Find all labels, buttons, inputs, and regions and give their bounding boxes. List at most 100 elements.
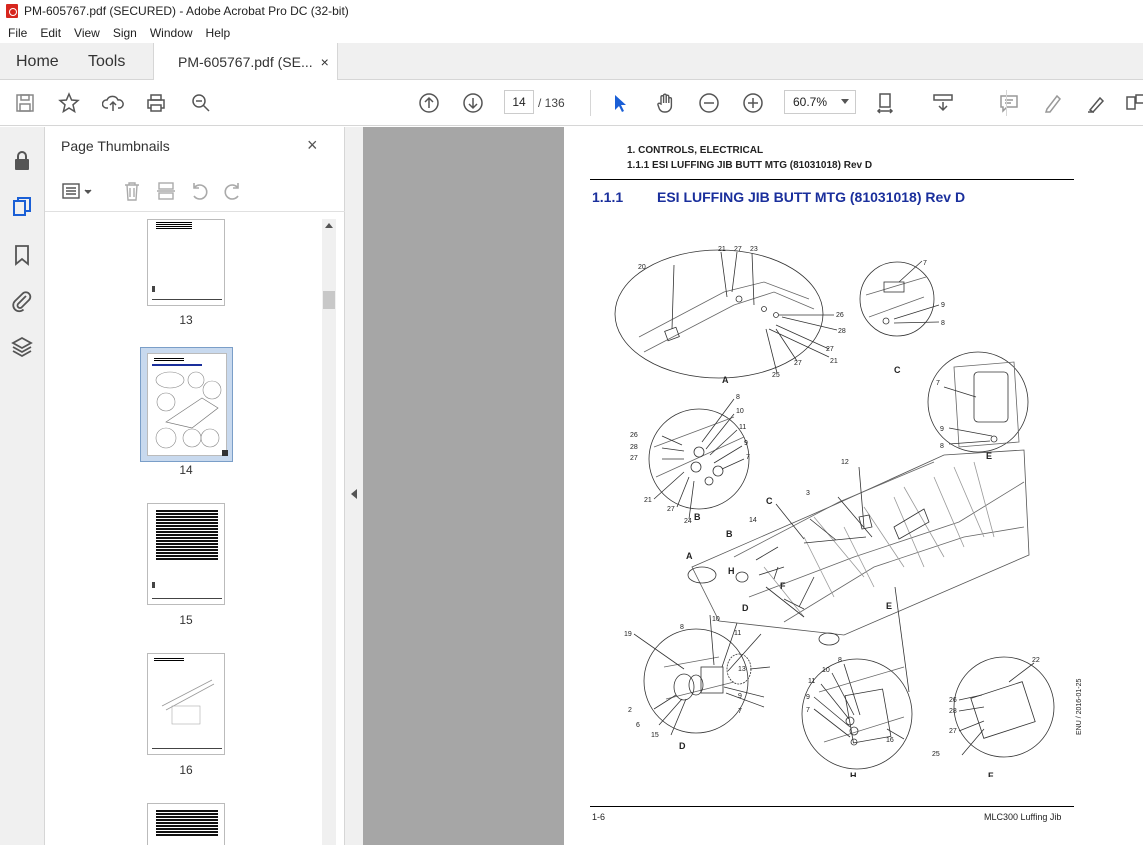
svg-text:C: C [894,365,901,375]
running-header-section: 1.1.1 ESI LUFFING JIB BUTT MTG (81031018… [627,160,873,171]
page-fit-icon[interactable] [874,90,900,116]
thumbnail-scrollbar[interactable] [322,219,336,845]
svg-text:11: 11 [808,678,815,685]
toolbar [0,80,1143,126]
svg-text:12: 12 [841,459,849,466]
sign-icon[interactable] [1084,90,1110,116]
delete-icon[interactable] [121,180,143,202]
svg-text:2: 2 [628,707,632,714]
select-cursor-icon[interactable] [607,90,633,116]
scrollbar-thumb[interactable] [323,291,335,309]
thumbnail-label: 13 [179,313,193,327]
svg-text:11: 11 [734,630,741,637]
extract-pages-icon[interactable] [155,180,177,202]
zoom-search-icon[interactable] [188,90,214,116]
zoom-in-icon[interactable] [740,90,766,116]
svg-text:H: H [728,566,735,576]
close-icon[interactable]: × [307,135,318,156]
thumbnail-list: 13 14 15 16 [45,219,322,845]
zoom-out-icon[interactable] [696,90,722,116]
page-number-input[interactable]: 14 [504,90,534,114]
svg-text:16: 16 [886,737,894,744]
menu-edit[interactable]: Edit [40,26,61,40]
panel-splitter[interactable] [345,127,363,845]
menu-help[interactable]: Help [206,26,231,40]
thumbnail-label: 14 [179,463,193,477]
panel-title: Page Thumbnails [61,138,170,154]
svg-text:7: 7 [738,708,742,715]
svg-text:20: 20 [638,264,646,271]
thumbnail-page-14[interactable] [147,353,228,456]
thumbnail-page-17[interactable] [147,803,225,845]
thumbnail-page-13[interactable] [147,219,225,306]
svg-text:27: 27 [826,346,834,353]
svg-text:15: 15 [651,732,659,739]
menu-window[interactable]: Window [150,26,193,40]
scroll-mode-icon[interactable] [930,90,956,116]
more-tools-icon[interactable] [1122,90,1143,116]
next-page-icon[interactable] [460,90,486,116]
collapse-panel-icon[interactable] [351,489,357,499]
svg-text:19: 19 [624,631,632,638]
menu-view[interactable]: View [74,26,100,40]
svg-text:25: 25 [772,372,780,379]
section-title: ESI LUFFING JIB BUTT MTG (81031018) Rev … [657,189,966,205]
tab-home[interactable]: Home [16,43,59,80]
save-icon[interactable] [12,90,38,116]
zoom-select[interactable]: 60.7% [784,90,856,114]
header-rule [590,179,1074,180]
thumbnail-label: 16 [179,763,193,777]
options-menu-icon[interactable] [61,182,95,202]
rotate-right-icon[interactable] [222,180,244,202]
tab-tools[interactable]: Tools [88,43,125,80]
svg-text:E: E [986,451,992,461]
svg-text:9: 9 [806,694,810,701]
svg-text:9: 9 [940,426,944,433]
previous-page-icon[interactable] [416,90,442,116]
svg-text:C: C [766,496,773,506]
acrobat-icon [6,4,18,18]
tab-document-label: PM-605767.pdf (SE... [178,54,313,70]
page-footer-number: 1-6 [592,812,606,822]
navigation-rail [0,127,45,845]
svg-text:3: 3 [806,490,810,497]
menu-sign[interactable]: Sign [113,26,137,40]
svg-text:8: 8 [940,443,944,450]
lock-icon[interactable] [10,149,34,173]
thumbnail-page-15[interactable] [147,503,225,605]
menu-file[interactable]: File [8,26,27,40]
svg-text:9: 9 [738,693,742,700]
pdf-page: 1. CONTROLS, ELECTRICAL 1.1.1 ESI LUFFIN… [564,127,1143,845]
thumbnail-page-16[interactable] [147,653,225,755]
attachments-icon[interactable] [10,289,34,313]
page-thumbnails-icon[interactable] [10,195,34,219]
hand-tool-icon[interactable] [652,90,678,116]
toolbar-divider [590,90,591,116]
svg-text:24: 24 [684,518,692,525]
svg-text:21: 21 [718,246,726,253]
svg-text:7: 7 [923,260,927,267]
comment-icon[interactable] [996,90,1022,116]
svg-text:11: 11 [739,424,746,431]
page-total: / 136 [538,96,565,110]
running-header-chapter: 1. CONTROLS, ELECTRICAL [627,145,764,156]
footer-rule [590,806,1074,807]
svg-text:B: B [726,529,733,539]
tab-close-icon[interactable]: × [321,54,329,70]
scroll-up-icon[interactable] [325,223,333,228]
svg-text:10: 10 [712,616,720,623]
svg-text:28: 28 [630,444,638,451]
rotate-left-icon[interactable] [188,180,210,202]
highlight-pen-icon[interactable] [1040,90,1066,116]
document-viewer[interactable]: 1. CONTROLS, ELECTRICAL 1.1.1 ESI LUFFIN… [363,127,1143,845]
thumbnail-label: 15 [179,613,193,627]
svg-text:26: 26 [836,312,844,319]
bookmarks-icon[interactable] [10,243,34,267]
bookmark-star-icon[interactable] [56,90,82,116]
svg-text:F: F [780,581,786,591]
layers-icon[interactable] [10,335,34,359]
svg-text:27: 27 [794,360,802,367]
upload-cloud-icon[interactable] [100,90,126,116]
print-icon[interactable] [143,90,169,116]
tab-document[interactable]: PM-605767.pdf (SE... × [153,43,338,81]
